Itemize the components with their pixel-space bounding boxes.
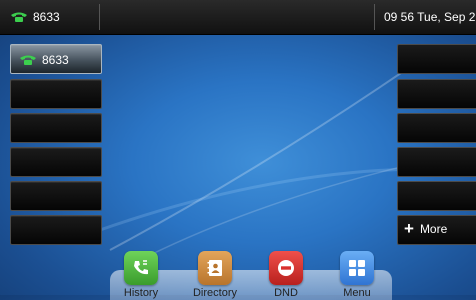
right-key-5[interactable] [397,181,476,211]
menu-label: Menu [343,287,371,299]
history-icon [134,260,148,275]
dnd-button[interactable] [269,251,303,285]
line-key-3[interactable] [10,113,102,143]
phone-icon [20,55,36,65]
status-clock: 09 56 Tue, Sep 2 [384,10,476,24]
line-key-1[interactable]: 8633 [10,44,102,74]
dnd-label: DND [274,287,298,299]
dnd-icon [278,260,294,276]
right-key-3[interactable] [397,113,476,143]
status-line-number: 8633 [33,10,60,24]
more-button[interactable]: + More [397,215,476,245]
line-key-label: 8633 [42,53,69,67]
more-label: More [419,222,448,236]
directory-icon [207,260,222,276]
history-button[interactable] [124,251,158,285]
phone-icon [11,12,27,22]
history-label: History [123,287,159,299]
status-line: 8633 [10,10,60,24]
directory-button[interactable] [198,251,232,285]
menu-button[interactable] [340,251,374,285]
status-bar: 8633 09 56 Tue, Sep 2 [0,0,476,35]
right-key-1[interactable] [397,44,476,74]
line-key-2[interactable] [10,79,102,109]
directory-label: Directory [192,287,237,299]
right-key-4[interactable] [397,147,476,177]
plus-icon: + [404,219,414,238]
line-key-5[interactable] [10,181,102,211]
right-key-2[interactable] [397,79,476,109]
menu-icon [349,260,365,276]
line-key-6[interactable] [10,215,102,245]
line-key-4[interactable] [10,147,102,177]
